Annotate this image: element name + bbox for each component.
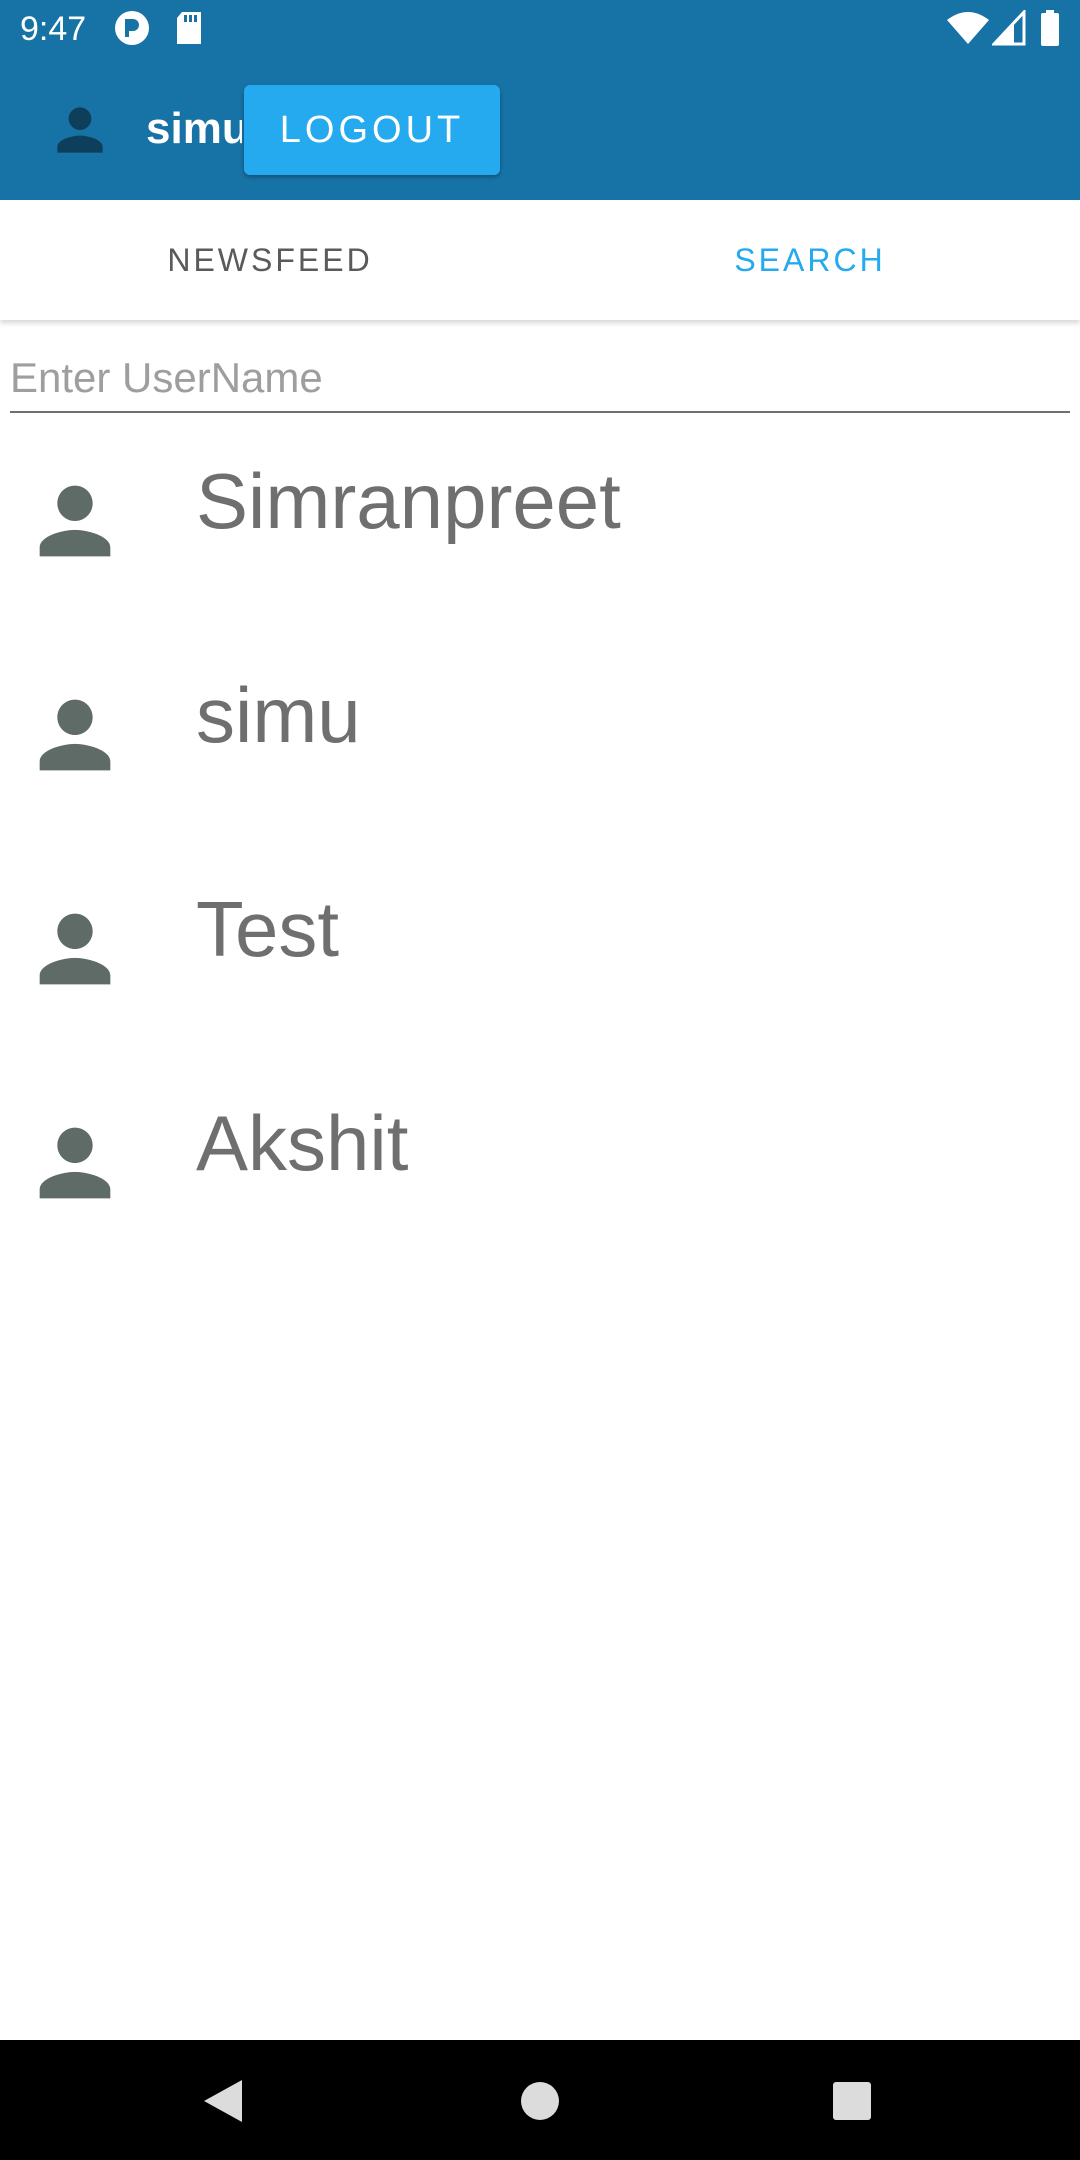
user-list-item[interactable]: Simranpreet (0, 418, 1080, 632)
signal-icon (992, 10, 1026, 46)
person-icon (39, 485, 111, 557)
user-name: simu (196, 671, 361, 759)
user-name: Test (196, 885, 340, 973)
status-bar: 9:47 (0, 0, 1080, 58)
system-nav-bar (0, 2040, 1080, 2160)
tab-search[interactable]: SEARCH (540, 200, 1080, 320)
home-icon[interactable] (515, 2076, 565, 2126)
status-time: 9:47 (20, 10, 87, 48)
battery-icon (1041, 10, 1059, 46)
person-icon (39, 699, 111, 771)
user-name: Simranpreet (196, 457, 621, 545)
user-name: Akshit (196, 1099, 409, 1187)
username-search-input[interactable] (10, 345, 1070, 413)
tab-newsfeed[interactable]: NEWSFEED (0, 200, 540, 320)
current-username: simu (146, 104, 242, 153)
wifi-icon (947, 12, 989, 44)
logout-button[interactable]: LOGOUT (244, 85, 500, 175)
user-list-item[interactable]: Akshit (0, 1060, 1080, 1274)
back-icon[interactable] (198, 2076, 248, 2126)
person-icon (39, 1127, 111, 1199)
sd-card-icon (177, 12, 201, 44)
tab-bar: NEWSFEED SEARCH (0, 200, 1080, 320)
user-list-item[interactable]: simu (0, 632, 1080, 846)
notification-app-icon (115, 11, 149, 45)
person-icon (39, 913, 111, 985)
account-icon (57, 107, 103, 153)
recents-icon[interactable] (827, 2076, 877, 2126)
user-list-item[interactable]: Test (0, 846, 1080, 1060)
app-bar: simu LOGOUT (0, 58, 1080, 200)
